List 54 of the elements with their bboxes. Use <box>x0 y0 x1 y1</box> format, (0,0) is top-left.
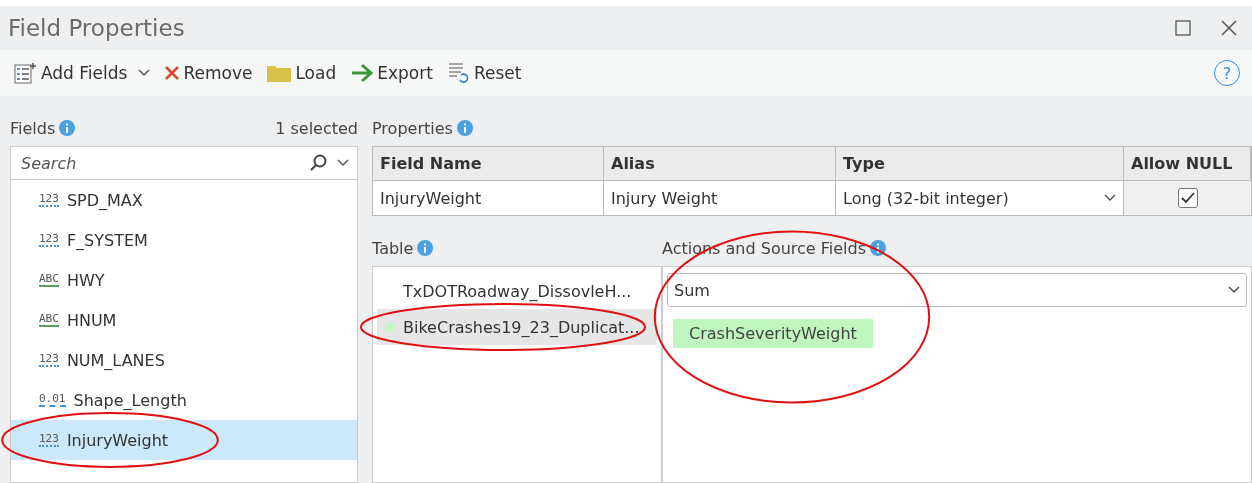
panel-title: Properties <box>372 118 453 138</box>
field-name: SPD_MAX <box>66 190 143 210</box>
close-icon <box>164 65 181 81</box>
arrow-right-icon <box>350 63 375 83</box>
column-header: Field Name <box>373 147 604 181</box>
field-name: Shape_Length <box>73 390 187 410</box>
caret-icon <box>138 69 151 77</box>
field-item[interactable]: 0.01 Shape_Length <box>11 380 357 420</box>
toolbar-button[interactable]: Load <box>264 61 339 85</box>
action-dropdown[interactable]: Sum <box>667 273 1247 307</box>
table-cell: Injury Weight <box>604 181 836 215</box>
caret-icon <box>337 159 349 167</box>
field-item[interactable]: 123 F_SYSTEM <box>11 220 357 260</box>
info-icon <box>417 240 434 256</box>
caret-icon <box>1228 286 1240 294</box>
field-name: InjuryWeight <box>66 430 169 450</box>
field-name: NUM_LANES <box>66 350 165 370</box>
close-icon <box>1220 19 1238 37</box>
info-icon <box>870 240 887 256</box>
panel-title: Fields <box>10 118 56 138</box>
table-cell: InjuryWeight <box>373 181 604 215</box>
toolbar-button[interactable]: Remove <box>162 61 255 85</box>
search-box[interactable]: Search <box>10 146 358 180</box>
allow-null-checkbox[interactable] <box>1177 188 1198 208</box>
field-name: HNUM <box>66 310 117 330</box>
field-name: F_SYSTEM <box>66 230 148 250</box>
field-item[interactable]: 123 InjuryWeight <box>11 420 357 460</box>
field-item[interactable]: 123 NUM_LANES <box>11 340 357 380</box>
folder-icon <box>266 63 293 83</box>
info-icon <box>456 120 473 136</box>
column-header: Allow NULL <box>1124 147 1251 181</box>
source-field-tag[interactable]: CrashSeverityWeight <box>673 319 873 348</box>
selection-count: 1 selected <box>275 118 358 138</box>
field-item[interactable]: 123 SPD_MAX <box>11 180 357 220</box>
toolbar-button[interactable]: Export <box>348 61 435 85</box>
panel-title: Table <box>372 238 414 258</box>
field-item[interactable]: ABC HWY <box>11 260 357 300</box>
window-title: Field Properties <box>8 15 186 41</box>
list-add-icon <box>14 62 38 84</box>
field-item[interactable]: ABC HNUM <box>11 300 357 340</box>
info-icon <box>59 120 76 136</box>
column-header: Type <box>836 147 1124 181</box>
toolbar-button[interactable]: Add Fields <box>12 60 153 86</box>
search-icon <box>309 154 327 172</box>
column-header: Alias <box>604 147 836 181</box>
field-name: HWY <box>66 270 105 290</box>
list-undo-icon <box>446 62 471 84</box>
table-item[interactable]: BikeCrashes19_23_Duplicat... <box>377 309 657 345</box>
dropdown-caret[interactable] <box>138 69 151 77</box>
table-item[interactable]: TxDOTRoadway_DissovleH... <box>377 273 657 309</box>
maximize-icon <box>1175 20 1191 36</box>
toolbar-button[interactable]: Reset <box>444 60 524 86</box>
status-dot <box>385 322 395 332</box>
caret-icon <box>1104 194 1116 202</box>
